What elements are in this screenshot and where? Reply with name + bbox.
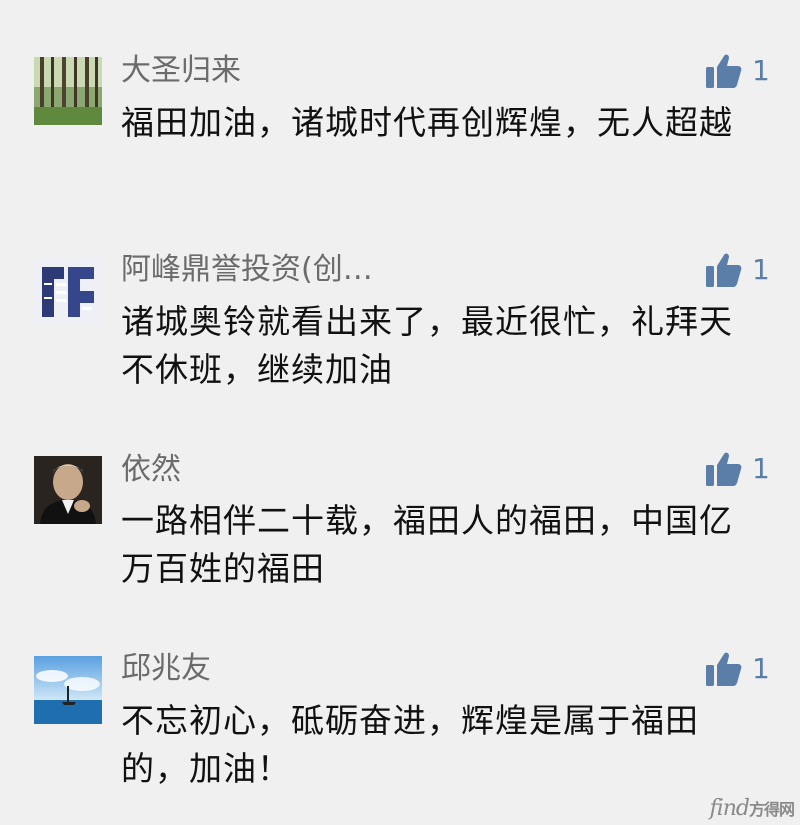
like-count: 1 [752, 54, 770, 87]
watermark-brand: 方得网 [748, 800, 795, 819]
username[interactable]: 大圣归来 [121, 53, 241, 89]
thumbs-up-icon [706, 652, 742, 686]
comment-text: 诸城奥铃就看出来了，最近很忙，礼拜天不休班，继续加油 [121, 302, 733, 389]
logo-avatar-image [34, 257, 102, 325]
comment-text: 福田加油，诸城时代再创辉煌，无人超越 [121, 103, 733, 142]
forest-avatar-image [34, 57, 102, 125]
avatar[interactable] [34, 456, 102, 524]
comment-text: 不忘初心，砥砺奋进，辉煌是属于福田的，加油！ [121, 701, 699, 788]
like-count: 1 [752, 452, 770, 485]
username[interactable]: 阿峰鼎誉投资(创… [121, 252, 373, 288]
watermark: find方得网 [709, 796, 795, 821]
comment-text: 一路相伴二十载，福田人的福田，中国亿万百姓的福田 [121, 501, 733, 588]
avatar[interactable] [34, 257, 102, 325]
like-button[interactable]: 1 [705, 450, 775, 490]
like-count: 1 [752, 253, 770, 286]
thumbs-up-icon [706, 54, 742, 88]
username[interactable]: 依然 [121, 452, 181, 488]
avatar[interactable] [34, 656, 102, 724]
like-button[interactable]: 1 [705, 52, 775, 92]
portrait-avatar-image [34, 456, 102, 524]
thumbs-up-icon [706, 452, 742, 486]
like-count: 1 [752, 652, 770, 685]
avatar[interactable] [34, 57, 102, 125]
sea-sailboat-avatar-image [34, 656, 102, 724]
like-button[interactable]: 1 [705, 650, 775, 690]
like-button[interactable]: 1 [705, 251, 775, 291]
thumbs-up-icon [706, 253, 742, 287]
username[interactable]: 邱兆友 [121, 651, 211, 687]
watermark-text: find [709, 796, 750, 821]
